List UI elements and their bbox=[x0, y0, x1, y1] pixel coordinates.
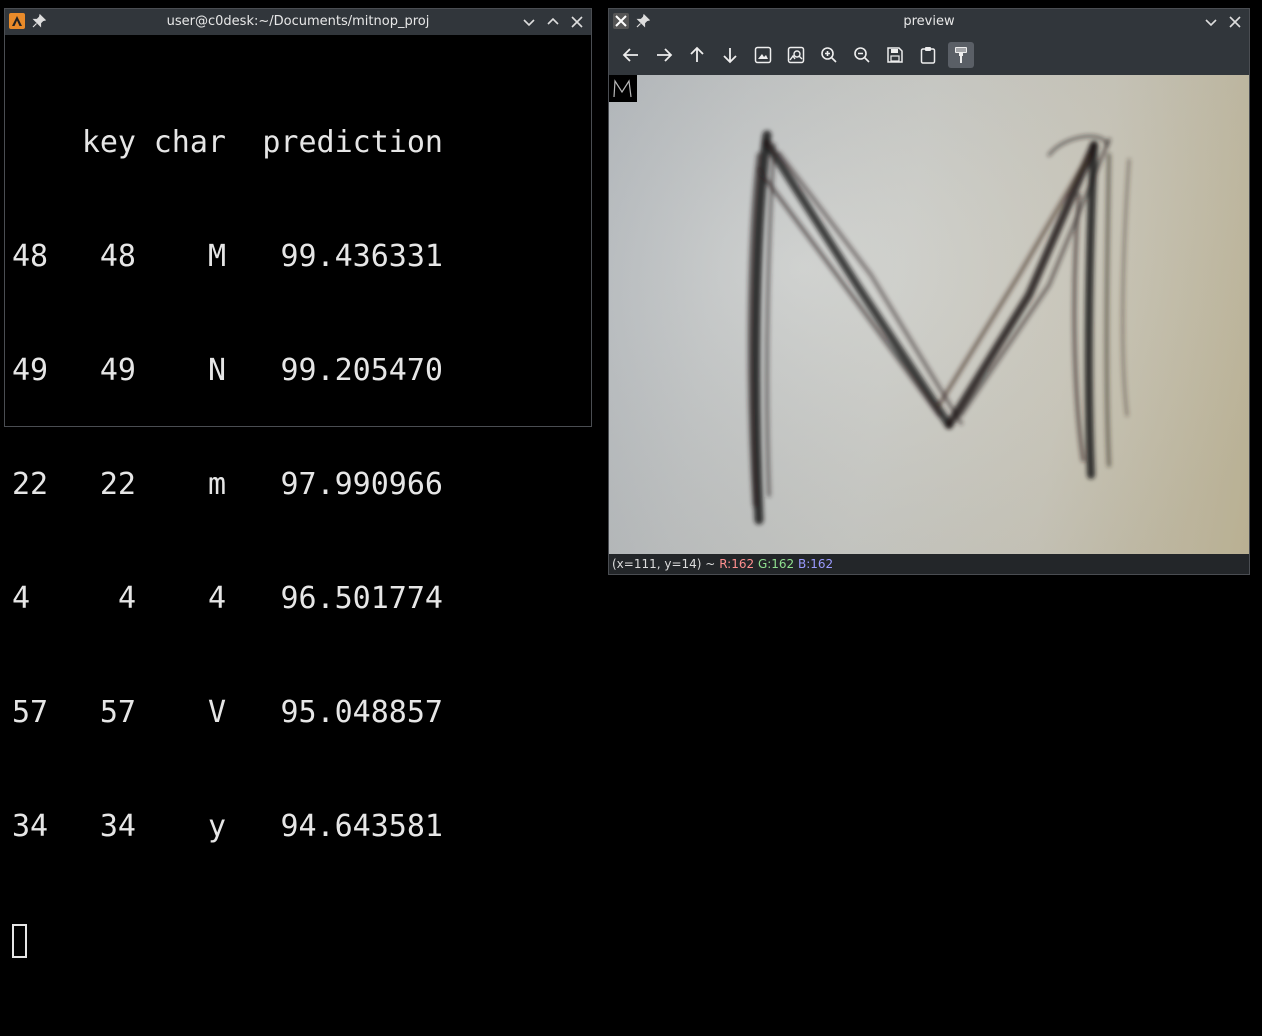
arrow-up-icon[interactable] bbox=[684, 42, 710, 68]
row-prediction: 95.048857 bbox=[280, 695, 443, 730]
preview-toolbar bbox=[609, 35, 1249, 75]
row-key: 57 bbox=[99, 695, 136, 730]
table-row: 48 48 M 99.436331 bbox=[12, 238, 591, 276]
pixel-blue-value: B:162 bbox=[798, 557, 834, 571]
paint-icon[interactable] bbox=[948, 42, 974, 68]
pixel-red-value: R:162 bbox=[719, 557, 755, 571]
row-char: N bbox=[207, 353, 226, 388]
row-key: 34 bbox=[99, 809, 136, 844]
header-key: key bbox=[81, 125, 136, 160]
row-char: m bbox=[207, 467, 226, 502]
alacritty-app-icon[interactable] bbox=[9, 13, 25, 29]
row-char: M bbox=[207, 239, 226, 274]
table-row: 49 49 N 99.205470 bbox=[12, 352, 591, 390]
image-thumbnail[interactable] bbox=[609, 75, 637, 102]
zoom-out-icon[interactable] bbox=[849, 42, 875, 68]
minimize-chevron-down-icon[interactable] bbox=[1203, 14, 1219, 30]
preview-app-icon[interactable] bbox=[613, 13, 629, 29]
header-prediction: prediction bbox=[262, 125, 443, 160]
window-title: preview bbox=[903, 14, 955, 29]
row-index: 4 bbox=[12, 581, 31, 616]
pixel-green-value: G:162 bbox=[757, 557, 795, 571]
row-prediction: 96.501774 bbox=[280, 581, 443, 616]
arrow-down-icon[interactable] bbox=[717, 42, 743, 68]
image-icon[interactable] bbox=[750, 42, 776, 68]
zoom-in-icon[interactable] bbox=[816, 42, 842, 68]
row-key: 48 bbox=[99, 239, 136, 274]
row-index: 49 bbox=[12, 353, 49, 388]
row-index: 34 bbox=[12, 809, 49, 844]
row-char: 4 bbox=[207, 581, 226, 616]
window-title: user@c0desk:~/Documents/mitnop_proj bbox=[166, 14, 430, 29]
table-row: 57 57 V 95.048857 bbox=[12, 694, 591, 732]
row-char: y bbox=[207, 809, 226, 844]
cursor-coordinates: (x=111, y=14) ~ bbox=[612, 557, 716, 571]
terminal-output[interactable]: key char prediction 48 48 M 99.436331 49… bbox=[5, 35, 591, 958]
preview-titlebar[interactable]: preview bbox=[609, 9, 1249, 35]
minimize-chevron-down-icon[interactable] bbox=[521, 14, 537, 30]
header-char: char bbox=[153, 125, 226, 160]
image-search-icon[interactable] bbox=[783, 42, 809, 68]
table-header: key char prediction bbox=[12, 124, 591, 162]
image-canvas[interactable] bbox=[609, 75, 1249, 555]
terminal-titlebar[interactable]: user@c0desk:~/Documents/mitnop_proj bbox=[5, 9, 591, 35]
pin-icon[interactable] bbox=[31, 13, 47, 29]
row-key: 49 bbox=[99, 353, 136, 388]
row-char: V bbox=[207, 695, 226, 730]
status-bar: (x=111, y=14) ~ R:162 G:162 B:162 bbox=[609, 554, 1249, 574]
row-prediction: 99.436331 bbox=[280, 239, 443, 274]
maximize-chevron-up-icon[interactable] bbox=[545, 14, 561, 30]
clipboard-icon[interactable] bbox=[915, 42, 941, 68]
terminal-window[interactable]: user@c0desk:~/Documents/mitnop_proj key … bbox=[4, 8, 592, 958]
handwritten-m-image bbox=[609, 75, 1249, 555]
close-icon[interactable] bbox=[1227, 14, 1243, 30]
table-row: 4 4 4 96.501774 bbox=[12, 580, 591, 618]
table-row: 22 22 m 97.990966 bbox=[12, 466, 591, 504]
row-prediction: 99.205470 bbox=[280, 353, 443, 388]
row-index: 22 bbox=[12, 467, 49, 502]
preview-window[interactable]: preview (x=111, y=14) ~ R:162 G:162 B:16… bbox=[608, 8, 1250, 575]
row-key: 22 bbox=[99, 467, 136, 502]
row-index: 48 bbox=[12, 239, 49, 274]
arrow-left-icon[interactable] bbox=[618, 42, 644, 68]
row-prediction: 97.990966 bbox=[280, 467, 443, 502]
pin-icon[interactable] bbox=[635, 13, 651, 29]
row-index: 57 bbox=[12, 695, 49, 730]
arrow-right-icon[interactable] bbox=[651, 42, 677, 68]
table-row: 34 34 y 94.643581 bbox=[12, 808, 591, 846]
close-icon[interactable] bbox=[569, 14, 585, 30]
row-prediction: 94.643581 bbox=[280, 809, 443, 844]
save-icon[interactable] bbox=[882, 42, 908, 68]
row-key: 4 bbox=[117, 581, 136, 616]
